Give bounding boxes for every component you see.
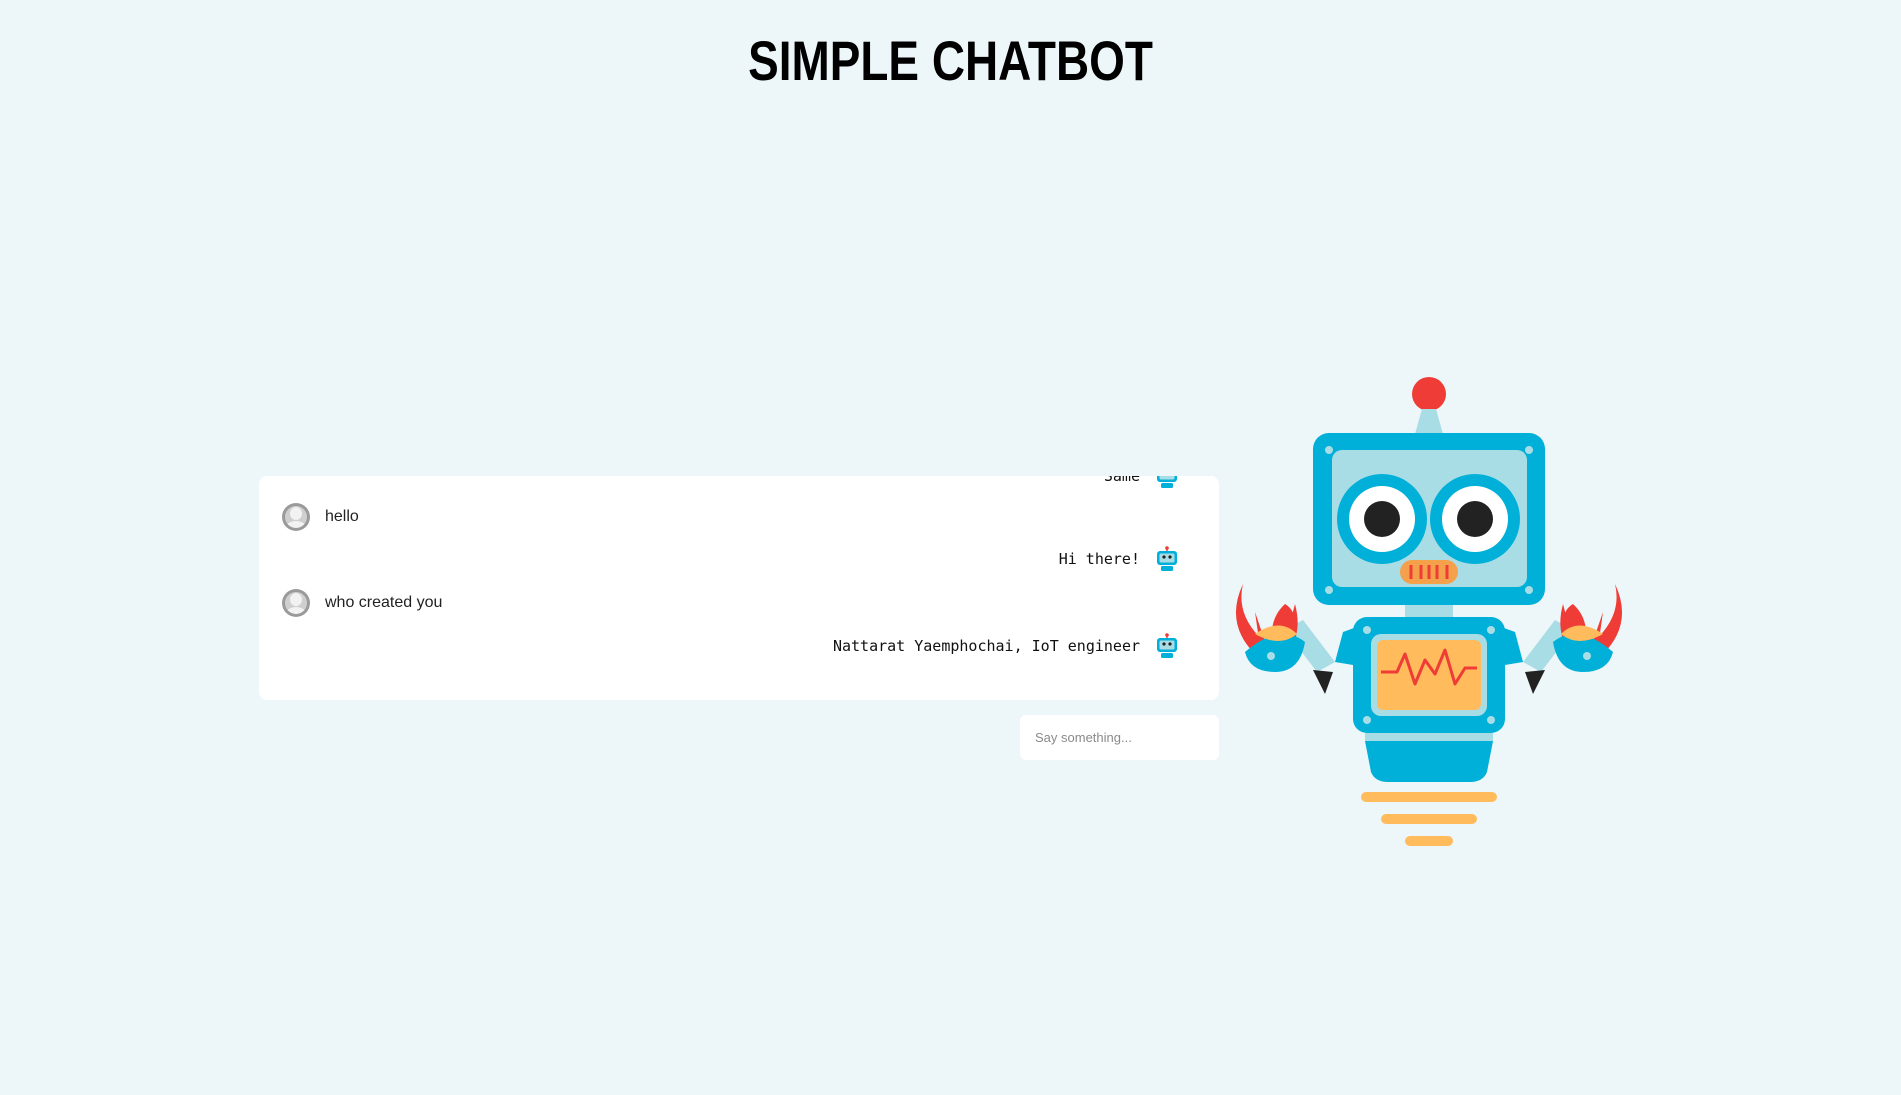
chat-message-text: hello xyxy=(325,508,359,525)
robot-icon xyxy=(1157,633,1177,658)
message-input-wrapper xyxy=(1020,715,1219,760)
chat-message-text: Nattarat Yaemphochai, IoT engineer xyxy=(832,637,1140,655)
page-title: SIMPLE CHATBOT xyxy=(748,29,1153,92)
chat-message-bot: Nattarat Yaemphochai, IoT engineer xyxy=(833,633,1179,659)
chat-message-text: who created you xyxy=(325,594,443,611)
chat-message-text: Hi there! xyxy=(1058,550,1140,568)
message-input[interactable] xyxy=(1020,715,1219,760)
user-avatar-icon xyxy=(282,503,310,531)
user-avatar-icon xyxy=(282,589,310,617)
chat-message-user: hello xyxy=(282,503,359,531)
chat-message-bot: Hi there! xyxy=(1059,546,1179,572)
chat-message-text: Same xyxy=(1103,476,1140,485)
robot-icon xyxy=(1157,546,1177,571)
robot-icon xyxy=(1157,476,1177,488)
robot-illustration xyxy=(1235,377,1623,846)
chat-box[interactable]: Same hello Hi there! who created you Nat… xyxy=(259,476,1219,700)
chat-message-user: who created you xyxy=(282,589,442,617)
chat-message-bot: Same xyxy=(1104,476,1179,489)
